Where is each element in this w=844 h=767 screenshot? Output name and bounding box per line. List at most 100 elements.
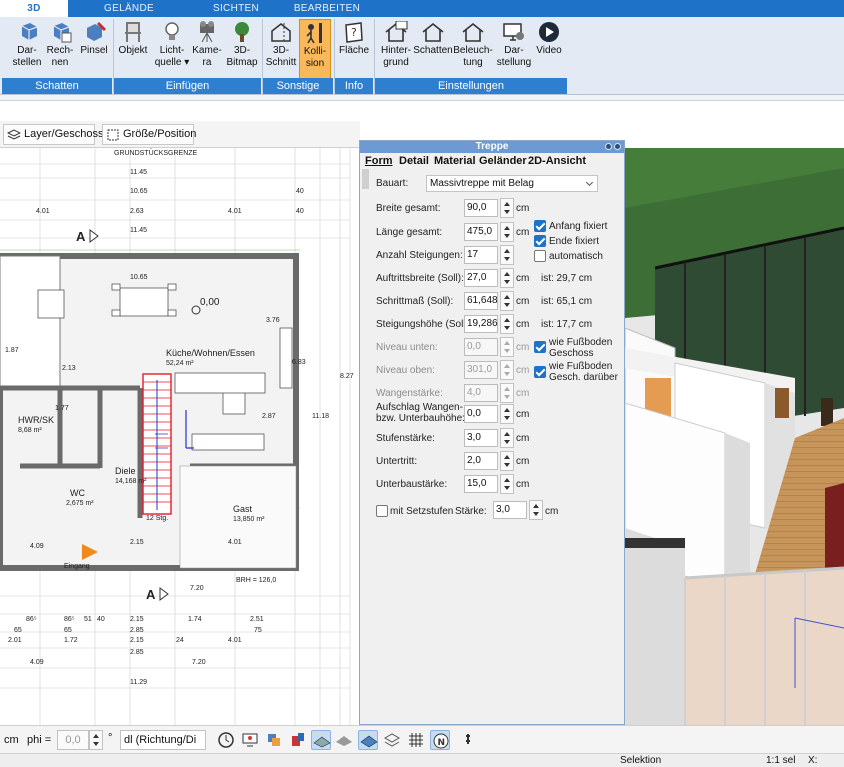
dim-bottom-14: 24 — [176, 637, 184, 644]
kamera-button[interactable]: Kame- ra — [191, 19, 223, 79]
group-einfuegen: Einfügen — [114, 78, 261, 94]
automatisch-checkbox[interactable] — [534, 250, 546, 262]
plane-view-icon[interactable] — [358, 730, 378, 750]
field-spinner[interactable] — [500, 428, 514, 448]
field-spinner[interactable] — [500, 268, 514, 288]
tab-gelaender[interactable]: Geländer — [479, 155, 527, 167]
clock-icon[interactable] — [216, 730, 236, 750]
schatten-button[interactable]: Schatten — [412, 19, 454, 79]
tree-icon — [235, 22, 249, 42]
field-input[interactable]: 4,0 — [464, 384, 498, 402]
north-icon[interactable]: N — [430, 730, 450, 750]
3d-view[interactable] — [625, 148, 844, 725]
paint-icon[interactable] — [288, 730, 308, 750]
dim-misc-6: 2.13 — [62, 365, 76, 372]
bauart-select[interactable]: Massivtreppe mit Belag — [426, 175, 598, 192]
field-spinner[interactable] — [500, 451, 514, 471]
field-label: Anzahl Steigungen: — [376, 250, 463, 261]
floor-view-icon[interactable] — [311, 730, 331, 750]
darstellen-button[interactable]: Dar- stellen — [8, 19, 46, 79]
anfang-fixiert-checkbox[interactable] — [534, 220, 546, 232]
tab-detail[interactable]: Detail — [399, 155, 429, 167]
bitmap-button[interactable]: 3D- Bitmap — [224, 19, 260, 79]
field-input[interactable]: 15,0 — [464, 475, 498, 493]
bitmap-label: 3D- Bitmap — [226, 45, 258, 68]
setzstufen-checkbox[interactable] — [376, 505, 388, 517]
objekt-button[interactable]: Objekt — [116, 19, 150, 79]
field-spinner[interactable] — [500, 474, 514, 494]
ende-fixiert-checkbox[interactable] — [534, 235, 546, 247]
objekt-label: Objekt — [118, 45, 148, 56]
field-label: Unterbaustärke: — [376, 479, 448, 490]
flaeche-button[interactable]: ? Fläche — [337, 19, 371, 79]
field-spinner[interactable] — [500, 337, 514, 357]
status-selektion: Selektion — [620, 755, 662, 766]
field-input[interactable]: 2,0 — [464, 452, 498, 470]
field-input[interactable]: 475,0 — [464, 223, 498, 241]
pinsel-button[interactable]: Pinsel — [77, 19, 111, 79]
darstellung-button[interactable]: Dar- stellung — [495, 19, 533, 79]
tab-3d[interactable]: 3D — [0, 0, 68, 17]
field-input[interactable]: 17 — [464, 246, 498, 264]
field-actual-value: ist: 17,7 cm — [541, 319, 593, 330]
monitor-icon[interactable] — [240, 730, 260, 750]
field-spinner[interactable] — [500, 222, 514, 242]
pin-marker-icon[interactable] — [458, 730, 478, 750]
field-spinner[interactable] — [500, 383, 514, 403]
direction-select[interactable]: dl (Richtung/Di — [120, 730, 206, 750]
groesse-position-button[interactable]: Größe/Position — [102, 124, 196, 145]
rechnen-button[interactable]: Rech- nen — [44, 19, 76, 79]
schnitt-button[interactable]: 3D- Schnitt — [264, 19, 298, 79]
texture-icon[interactable] — [334, 730, 354, 750]
field-input[interactable]: 301,0 — [464, 361, 498, 379]
hintergrund-button[interactable]: Hinter- grund — [378, 19, 414, 79]
grid-icon[interactable] — [406, 730, 426, 750]
field-spinner[interactable] — [500, 314, 514, 334]
fussboden-darueber-checkbox[interactable] — [534, 366, 546, 378]
kollision-button[interactable]: Kolli- sion — [299, 19, 331, 79]
dim-misc-9: 11.18 — [312, 413, 329, 420]
tab-2d-ansicht[interactable]: 2D-Ansicht — [528, 155, 586, 167]
render-icon[interactable] — [264, 730, 284, 750]
floor-plan[interactable]: A A GRUNDSTÜCKSGRENZE 11.45 10.65 4.01 2… — [0, 148, 360, 725]
dialog-scrollbar[interactable] — [362, 169, 369, 189]
tab-material[interactable]: Material — [434, 155, 476, 167]
dialog-titlebar[interactable]: Treppe — [360, 141, 624, 153]
dim-bottom-16: 2.85 — [130, 649, 144, 656]
beleuchtung-button[interactable]: Beleuch- tung — [453, 19, 493, 79]
field-label: Schrittmaß (Soll): — [376, 296, 454, 307]
close-icon[interactable] — [614, 143, 621, 150]
field-input[interactable]: 0,0 — [464, 405, 498, 423]
tab-gelaende[interactable]: GELÄNDE — [96, 0, 162, 17]
field-spinner[interactable] — [500, 360, 514, 380]
video-button[interactable]: Video — [533, 19, 565, 79]
kamera-label: Kame- ra — [192, 45, 222, 68]
field-input[interactable]: 3,0 — [464, 429, 498, 447]
field-input[interactable]: 19,286 — [464, 315, 498, 333]
layers-view-icon[interactable] — [382, 730, 402, 750]
field-spinner[interactable] — [500, 245, 514, 265]
field-spinner[interactable] — [500, 291, 514, 311]
staerke-input[interactable]: 3,0 — [493, 501, 527, 519]
lichtquelle-button[interactable]: Licht- quelle ▾ — [152, 19, 192, 79]
tab-form[interactable]: Form — [365, 155, 393, 167]
tab-sichten[interactable]: SICHTEN — [206, 0, 266, 17]
field-input[interactable]: 27,0 — [464, 269, 498, 287]
field-spinner[interactable] — [500, 198, 514, 218]
layer-geschoss-button[interactable]: Layer/Geschoss — [3, 124, 103, 145]
kollision-label: Kolli- sion — [303, 46, 327, 69]
field-input[interactable]: 0,0 — [464, 338, 498, 356]
field-spinner[interactable] — [500, 404, 514, 424]
field-input[interactable]: 61,648 — [464, 292, 498, 310]
dialog-title: Treppe — [475, 141, 509, 152]
field-input[interactable]: 90,0 — [464, 199, 498, 217]
fussboden-geschoss-checkbox[interactable] — [534, 341, 546, 353]
pin-icon[interactable] — [605, 143, 612, 150]
staerke-spinner[interactable] — [529, 500, 543, 520]
dim-misc-4: BRH = 126,0 — [236, 577, 276, 584]
fussboden-geschoss-label: wie Fußboden Geschoss — [549, 337, 613, 359]
phi-spinner[interactable] — [89, 730, 103, 750]
tab-bearbeiten[interactable]: BEARBEITEN — [292, 0, 362, 17]
phi-input[interactable]: 0,0 — [57, 730, 89, 750]
monitor-settings-icon — [503, 23, 524, 41]
